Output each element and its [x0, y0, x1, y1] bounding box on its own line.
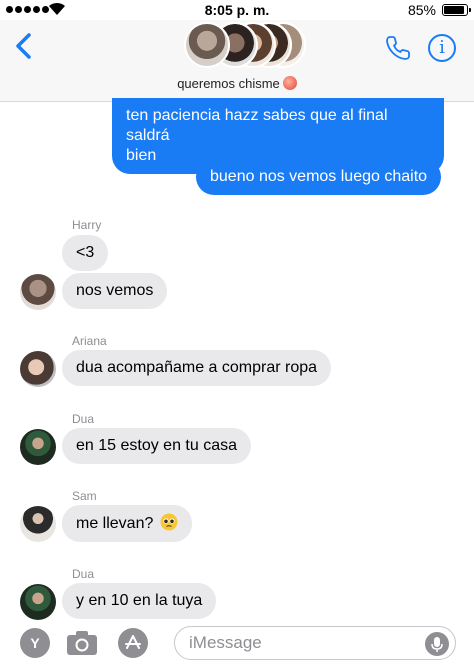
chevron-left-icon[interactable]: [14, 32, 32, 60]
pleading-face-emoji-icon: [160, 513, 178, 531]
avatar[interactable]: [20, 584, 56, 620]
incoming-message[interactable]: en 15 estoy en tu casa: [62, 428, 251, 464]
microphone-glyph-icon: [431, 637, 443, 652]
group-name[interactable]: queremos chisme: [0, 76, 474, 91]
sender-name: Dua: [72, 567, 95, 581]
battery-fill: [444, 6, 465, 14]
sender-name: Harry: [72, 218, 102, 232]
microphone-icon[interactable]: [425, 632, 449, 656]
message-thread[interactable]: ten paciencia hazz sabes que al final sa…: [0, 98, 474, 620]
group-avatars[interactable]: [184, 22, 306, 72]
info-icon[interactable]: i: [428, 34, 456, 62]
camera-icon[interactable]: [66, 630, 98, 656]
conversation-header: queremos chisme i: [0, 20, 474, 102]
incoming-message[interactable]: me llevan?: [62, 505, 192, 542]
status-time: 8:05 p. m.: [204, 2, 270, 18]
incoming-message[interactable]: dua acompañame a comprar ropa: [62, 350, 332, 386]
avatar[interactable]: [20, 274, 56, 310]
battery-icon: [442, 4, 471, 16]
hot-face-emoji-icon: [282, 76, 297, 90]
avatar[interactable]: [20, 429, 56, 465]
message-input[interactable]: [189, 633, 419, 653]
sender-name: Dua: [72, 412, 95, 426]
incoming-message[interactable]: <3: [62, 235, 109, 271]
phone-icon[interactable]: [384, 34, 412, 62]
message-input-field[interactable]: [174, 626, 456, 660]
avatar[interactable]: [20, 351, 56, 387]
app-store-glyph-icon: [125, 635, 141, 649]
avatar: [184, 22, 230, 68]
compose-bar: Y: [0, 620, 474, 668]
app-store-icon[interactable]: [118, 628, 148, 658]
outgoing-message[interactable]: bueno nos vemos luego chaito: [196, 159, 442, 195]
sender-name: Sam: [72, 489, 97, 503]
avatar[interactable]: [20, 506, 56, 542]
incoming-message[interactable]: y en 10 en la tuya: [62, 583, 217, 619]
sender-name: Ariana: [72, 334, 107, 348]
battery-percent: 85%: [407, 2, 436, 18]
incoming-message[interactable]: nos vemos: [62, 273, 168, 309]
message-text: ten paciencia hazz sabes que al final sa…: [126, 107, 388, 144]
message-text: me llevan?: [76, 515, 154, 532]
app-drawer-icon[interactable]: Y: [20, 628, 50, 658]
group-name-label: queremos chisme: [177, 76, 280, 91]
status-bar: 8:05 p. m. 85%: [0, 0, 474, 20]
